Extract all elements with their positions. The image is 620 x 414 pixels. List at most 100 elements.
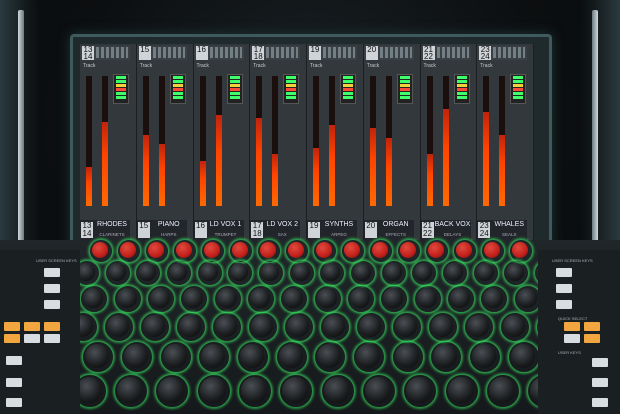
rotary-knob[interactable] — [204, 242, 220, 258]
rotary-knob[interactable] — [489, 377, 515, 403]
rotary-knob[interactable] — [353, 263, 371, 281]
strip-top-number: 19 — [309, 46, 321, 60]
quick-select-key[interactable] — [584, 322, 600, 331]
rotary-knob[interactable] — [467, 315, 489, 337]
rotary-knob[interactable] — [261, 263, 279, 281]
rotary-knob[interactable] — [176, 242, 192, 258]
rotary-knob[interactable] — [216, 288, 237, 308]
rotary-knob[interactable] — [179, 315, 201, 337]
rotary-knob[interactable] — [344, 242, 360, 258]
rotary-knob[interactable] — [394, 344, 419, 368]
rotary-knob[interactable] — [148, 242, 164, 258]
rotary-knob[interactable] — [450, 288, 470, 308]
rotary-knob[interactable] — [372, 242, 388, 258]
rotary-knob[interactable] — [350, 288, 370, 308]
rotary-knob[interactable] — [143, 315, 165, 337]
rotary-knob[interactable] — [323, 315, 345, 337]
rotary-knob[interactable] — [260, 242, 276, 258]
output-level-meter — [442, 76, 449, 206]
rotary-knob[interactable] — [395, 315, 417, 337]
user-screen-key[interactable] — [556, 268, 572, 277]
channel-name: LD VOX 2 — [266, 221, 298, 228]
user-key[interactable] — [592, 398, 608, 407]
user-screen-key[interactable] — [44, 284, 60, 293]
quick-select-key[interactable] — [44, 322, 60, 331]
rotary-knob[interactable] — [278, 344, 303, 368]
rotary-knob[interactable] — [383, 263, 402, 281]
rotary-knob[interactable] — [107, 315, 129, 337]
rotary-knob[interactable] — [162, 344, 187, 368]
user-screen-key[interactable] — [556, 300, 572, 309]
quick-select-key[interactable] — [564, 322, 580, 331]
user-key[interactable] — [6, 378, 22, 387]
rotary-knob[interactable] — [510, 344, 535, 368]
user-key[interactable] — [6, 398, 22, 407]
strip-top-number: 15 — [138, 46, 151, 60]
quick-select-key[interactable] — [4, 334, 20, 343]
user-screen-key[interactable] — [44, 300, 60, 309]
rotary-knob[interactable] — [365, 377, 391, 403]
rotary-knob[interactable] — [516, 288, 537, 308]
user-key[interactable] — [592, 378, 608, 387]
strip-track-label: Track — [366, 63, 380, 69]
quick-select-key[interactable] — [584, 334, 600, 343]
strip-header-indicators — [209, 47, 242, 58]
rotary-knob[interactable] — [288, 242, 304, 258]
rotary-knob[interactable] — [215, 315, 237, 337]
rotary-knob[interactable] — [291, 263, 310, 281]
rotary-knob[interactable] — [416, 288, 437, 308]
rotary-knob[interactable] — [316, 242, 332, 258]
rotary-knob[interactable] — [150, 288, 170, 308]
quick-select-key[interactable] — [24, 334, 40, 343]
dynamics-led-block — [226, 74, 243, 104]
rotary-knob[interactable] — [107, 263, 126, 281]
user-keys-label: USER KEYS — [558, 350, 581, 355]
dynamics-led-block — [510, 74, 527, 104]
rotary-knob[interactable] — [169, 263, 187, 281]
rotary-knob[interactable] — [472, 344, 496, 368]
meter-fill — [256, 117, 263, 206]
rotary-knob[interactable] — [116, 288, 137, 308]
rotary-knob[interactable] — [503, 315, 525, 337]
rotary-knob[interactable] — [124, 344, 148, 368]
strip-top-number: 21 22 — [422, 45, 435, 61]
rotary-knob[interactable] — [475, 263, 494, 281]
user-key[interactable] — [592, 358, 608, 367]
rotary-knob[interactable] — [232, 242, 248, 258]
rotary-knob[interactable] — [117, 377, 143, 403]
rotary-knob[interactable] — [199, 377, 226, 403]
rotary-knob[interactable] — [445, 263, 463, 281]
rotary-knob[interactable] — [428, 242, 444, 258]
rotary-knob[interactable] — [512, 242, 528, 258]
quick-select-key[interactable] — [44, 334, 60, 343]
rotary-knob[interactable] — [120, 242, 136, 258]
rotary-knob[interactable] — [251, 315, 273, 337]
quick-select-key[interactable] — [564, 334, 580, 343]
rotary-knob[interactable] — [92, 242, 108, 258]
rotary-knob[interactable] — [199, 263, 218, 281]
rotary-knob[interactable] — [484, 242, 500, 258]
rotary-knob[interactable] — [431, 315, 453, 337]
meter-fill — [313, 147, 319, 206]
rotary-knob[interactable] — [400, 242, 416, 258]
rotary-knob[interactable] — [316, 288, 337, 308]
strip-footer-number: 17 18 — [251, 221, 264, 238]
rotary-knob[interactable] — [240, 344, 264, 368]
user-screen-key[interactable] — [44, 268, 60, 277]
quick-select-key[interactable] — [24, 322, 40, 331]
output-level-meter — [329, 76, 335, 206]
user-key[interactable] — [6, 356, 22, 365]
rotary-knob[interactable] — [287, 315, 309, 337]
user-screen-key[interactable] — [556, 284, 572, 293]
rotary-knob[interactable] — [323, 377, 350, 403]
rotary-knob[interactable] — [241, 377, 267, 403]
rotary-knob[interactable] — [447, 377, 474, 403]
rotary-knob[interactable] — [250, 288, 270, 308]
left-pillar — [18, 10, 24, 265]
strip-track-label: Track — [139, 63, 153, 69]
rotary-knob[interactable] — [356, 344, 380, 368]
rotary-knob[interactable] — [456, 242, 472, 258]
strip-top-number: 16 — [195, 46, 208, 60]
quick-select-key[interactable] — [4, 322, 20, 331]
rotary-knob[interactable] — [359, 315, 381, 337]
